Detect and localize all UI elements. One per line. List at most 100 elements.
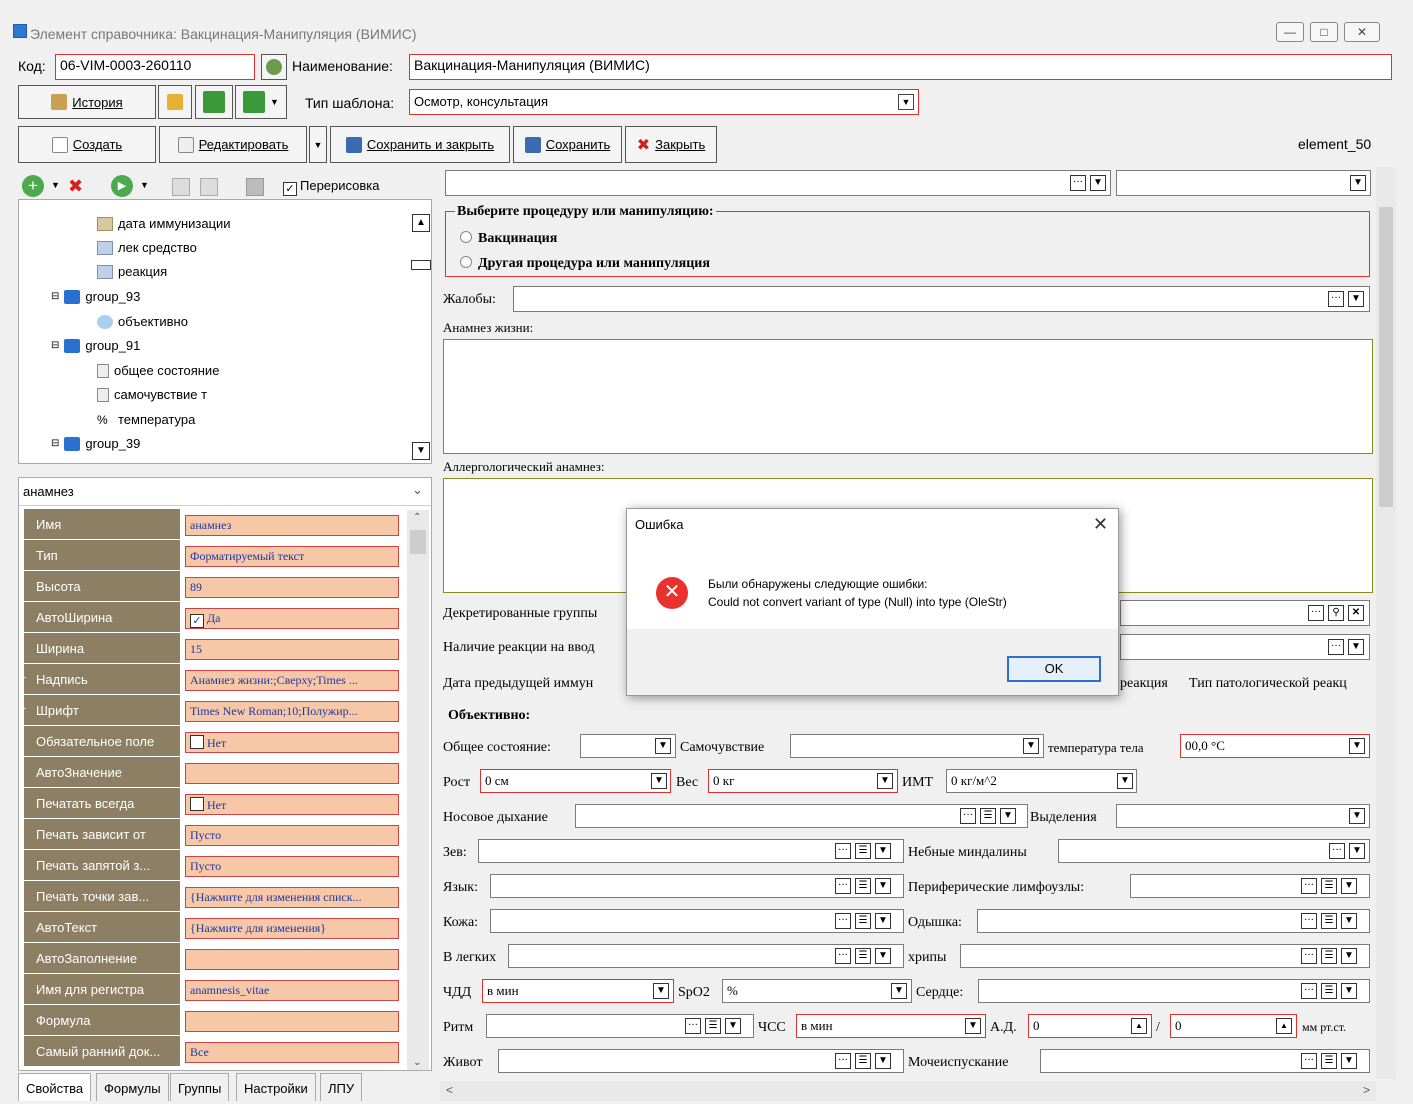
props-scrollbar-thumb[interactable] (410, 530, 426, 554)
chevron-down-icon[interactable]: ▼ (1349, 808, 1365, 824)
edit-pen-icon[interactable] (200, 178, 218, 196)
tonsils-input[interactable]: ··· ▼ (1058, 839, 1370, 863)
chevron-down-icon[interactable]: ▼ (875, 843, 891, 859)
expand-icon[interactable]: + (20, 703, 26, 715)
ok-button[interactable]: OK (1007, 656, 1101, 682)
chevron-down-icon[interactable]: ▼ (651, 773, 667, 789)
tab-lpu[interactable]: ЛПУ (320, 1073, 363, 1101)
close-window-icon[interactable]: ✕ (1344, 22, 1380, 42)
tab-settings[interactable]: Настройки (236, 1073, 316, 1101)
ellipsis-icon[interactable]: ··· (835, 843, 851, 859)
tree-item[interactable]: самочувствие т (97, 387, 207, 402)
property-value[interactable] (185, 1011, 399, 1032)
decreed-groups-input[interactable]: ··· ⚲ ✕ (1120, 600, 1370, 626)
maximize-icon[interactable]: □ (1310, 22, 1338, 42)
history-button[interactable]: История (18, 85, 156, 119)
chevron-down-icon[interactable]: ▼ (891, 983, 907, 999)
checkbox-icon[interactable] (190, 735, 204, 749)
chevron-down-icon[interactable]: ▼ (875, 1053, 891, 1069)
ellipsis-icon[interactable]: ··· (835, 948, 851, 964)
property-value[interactable]: Анамнез жизни:;Сверху;Times ... (185, 670, 399, 691)
ellipsis-icon[interactable]: ··· (835, 1053, 851, 1069)
grid-icon[interactable] (172, 178, 190, 196)
ellipsis-icon[interactable]: ··· (1301, 913, 1317, 929)
ellipsis-icon[interactable]: ··· (835, 878, 851, 894)
property-row[interactable]: АвтоТекст {Нажмите для изменения} (24, 912, 404, 943)
property-row[interactable]: Имя анамнез (24, 509, 404, 540)
ellipsis-icon[interactable]: ··· (1328, 291, 1344, 307)
heart-input[interactable]: ··· ☰ ▼ (978, 979, 1370, 1003)
other-procedure-radio[interactable]: Другая процедура или манипуляция (460, 256, 710, 272)
tree-item[interactable]: реакция (97, 264, 167, 279)
chevron-down-icon[interactable]: ▼ (1117, 773, 1133, 789)
chevron-down-icon[interactable]: ▼ (1090, 175, 1106, 191)
chevron-down-icon[interactable]: ▼ (1023, 738, 1039, 754)
list-icon[interactable]: ☰ (855, 1053, 871, 1069)
property-row[interactable]: Печать зависит от Пусто (24, 819, 404, 850)
ellipsis-icon[interactable]: ··· (1301, 948, 1317, 964)
property-value[interactable]: Times New Roman;10;Полужир... (185, 701, 399, 722)
edit-dropdown-icon[interactable]: ▼ (309, 126, 327, 163)
tab-formulas[interactable]: Формулы (96, 1073, 169, 1101)
run-icon[interactable]: ▶ (111, 175, 133, 197)
property-row[interactable]: Печать запятой з... Пусто (24, 850, 404, 881)
property-row[interactable]: + Шрифт Times New Roman;10;Полужир... (20, 695, 404, 726)
lungs-input[interactable]: ··· ☰ ▼ (508, 944, 904, 968)
chevron-down-icon[interactable]: ▼ (1341, 913, 1357, 929)
property-value[interactable]: 89 (185, 577, 399, 598)
property-row[interactable]: Печатать всегда Нет (24, 788, 404, 819)
general-state-select[interactable]: ▼ (580, 734, 676, 758)
throat-input[interactable]: ··· ☰ ▼ (478, 839, 904, 863)
discharge-input[interactable]: ▼ (1116, 804, 1370, 828)
tree-item[interactable]: объективно (97, 314, 188, 329)
edit-button[interactable]: Редактировать (159, 126, 307, 163)
body-temp-input[interactable]: 00,0 °C ▼ (1180, 734, 1370, 758)
height-input[interactable]: 0 см ▼ (480, 769, 671, 793)
redraw-checkbox[interactable]: ✓ Перерисовка (283, 178, 380, 196)
bp-diastolic-input[interactable]: 0 ▲ (1170, 1014, 1297, 1038)
property-value[interactable]: Нет (185, 732, 399, 753)
property-row[interactable]: Печать точки зав... {Нажмите для изменени… (24, 881, 404, 912)
form-horizontal-scrollbar[interactable]: < > (440, 1081, 1376, 1101)
property-value[interactable]: {Нажмите для изменения} (185, 918, 399, 939)
tree-item[interactable]: ⊟ group_91 (51, 338, 140, 353)
form-scrollbar-thumb[interactable] (1379, 207, 1393, 507)
chevron-down-icon[interactable]: ▼ (875, 878, 891, 894)
abdomen-input[interactable]: ··· ☰ ▼ (498, 1049, 904, 1073)
chevron-down-icon[interactable]: ▼ (1341, 983, 1357, 999)
list-icon[interactable]: ☰ (855, 878, 871, 894)
minimize-icon[interactable]: — (1276, 22, 1304, 42)
import-xml-button[interactable] (195, 85, 233, 119)
chevron-down-icon[interactable]: ▼ (653, 983, 669, 999)
template-type-select[interactable]: Осмотр, консультация (409, 89, 919, 115)
property-value[interactable]: 15 (185, 639, 399, 660)
ellipsis-icon[interactable]: ··· (1301, 1053, 1317, 1069)
rales-input[interactable]: ··· ☰ ▼ (960, 944, 1370, 968)
spinner-icon[interactable]: ▲ (1276, 1018, 1292, 1034)
chevron-down-icon[interactable]: ▼ (1349, 843, 1365, 859)
list-icon[interactable]: ☰ (1321, 983, 1337, 999)
property-value[interactable]: {Нажмите для изменения списк... (185, 887, 399, 908)
urination-input[interactable]: ··· ☰ ▼ (1040, 1049, 1370, 1073)
property-row[interactable]: Формула (24, 1005, 404, 1036)
reaction-presence-input[interactable]: ··· ▼ (1120, 634, 1370, 660)
ellipsis-icon[interactable]: ··· (1308, 605, 1324, 621)
chevron-down-icon[interactable]: ▼ (875, 948, 891, 964)
scroll-left-icon[interactable]: < (446, 1083, 453, 1097)
checkbox-icon[interactable] (190, 797, 204, 811)
bp-systolic-input[interactable]: 0 ▲ (1028, 1014, 1152, 1038)
ellipsis-icon[interactable]: ··· (835, 913, 851, 929)
tab-properties[interactable]: Свойства (18, 1073, 92, 1101)
list-icon[interactable]: ☰ (980, 808, 996, 824)
property-selector[interactable]: анамнез ⌄ (19, 478, 431, 506)
copy-button[interactable] (158, 85, 192, 119)
collapse-icon[interactable]: ⊟ (51, 291, 59, 302)
vaccination-radio[interactable]: Вакцинация (460, 231, 557, 247)
chevron-down-icon[interactable]: ▼ (1341, 948, 1357, 964)
tree-scrollbar-thumb[interactable] (411, 260, 431, 270)
spo2-input[interactable]: % ▼ (722, 979, 912, 1003)
ellipsis-icon[interactable]: ··· (1070, 175, 1086, 191)
chevron-down-icon[interactable]: ▼ (1000, 808, 1016, 824)
chevron-down-icon[interactable]: ▼ (877, 773, 893, 789)
ellipsis-icon[interactable]: ··· (960, 808, 976, 824)
